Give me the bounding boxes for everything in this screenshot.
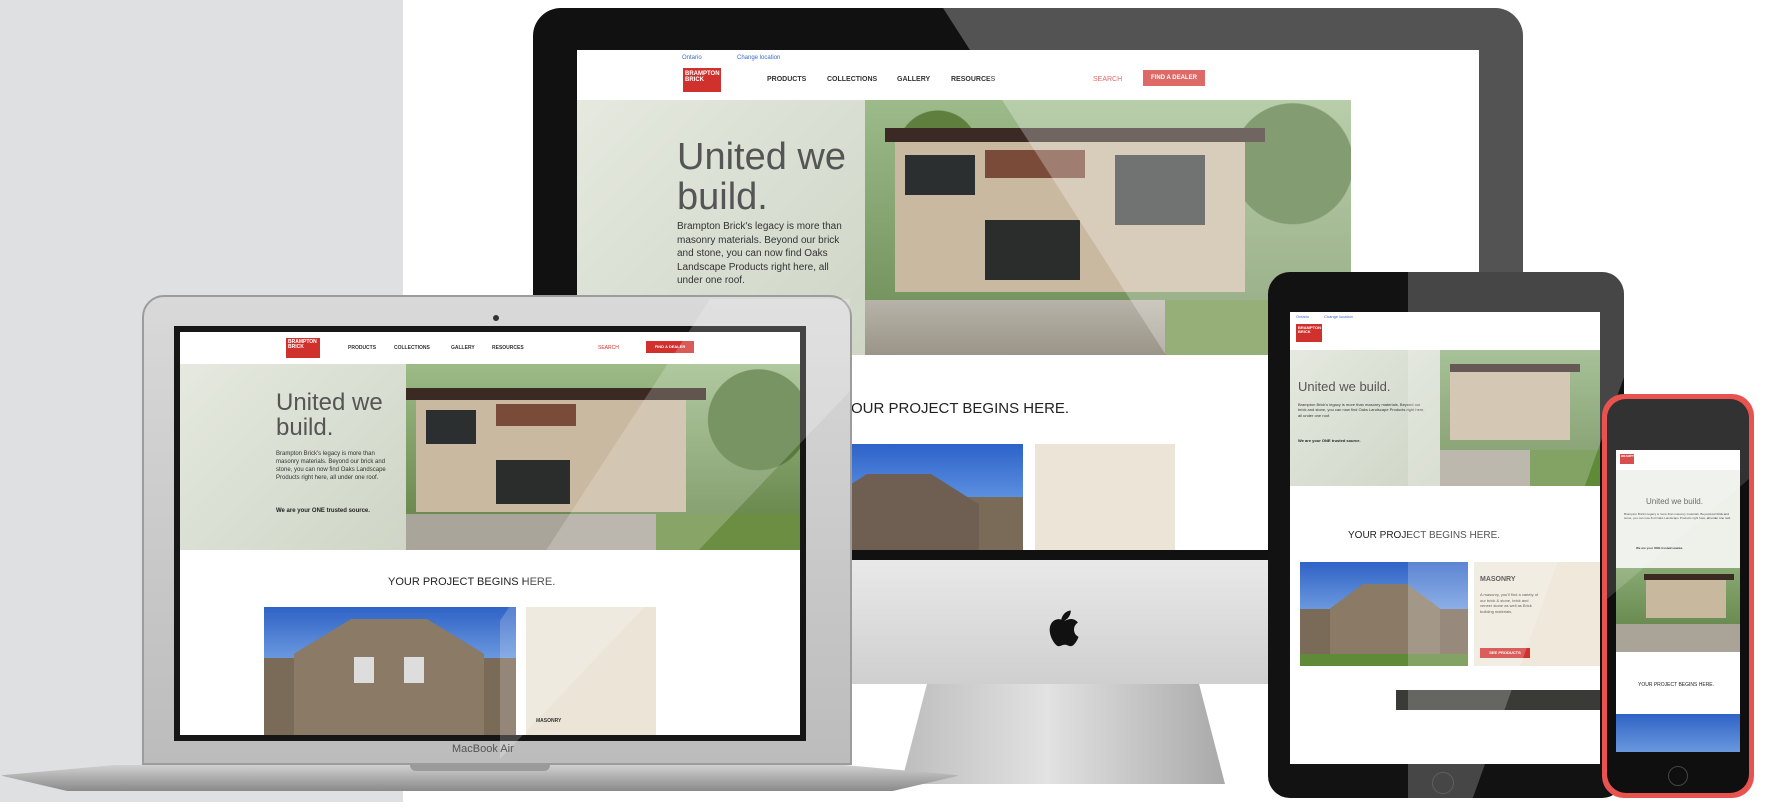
tablet-brand-logo[interactable]: BRAMPTON BRICK xyxy=(1296,324,1322,342)
phone-bottom-image xyxy=(1616,714,1740,752)
logo-line2: BRICK xyxy=(685,77,704,83)
tablet-topbar-change[interactable]: Change location xyxy=(1324,314,1353,319)
laptop-nav-collections[interactable]: COLLECTIONS xyxy=(394,345,430,351)
laptop-nav-resources[interactable]: RESOURCES xyxy=(492,345,524,351)
phone-home-button[interactable] xyxy=(1668,766,1688,786)
laptop: BRAMPTON BRICK PRODUCTS COLLECTIONS GALL… xyxy=(0,295,960,802)
laptop-project-image xyxy=(264,607,516,735)
hero-body: Brampton Brick's legacy is more than mas… xyxy=(677,221,842,286)
topbar-location[interactable]: Ontario xyxy=(682,55,702,61)
brand-logo[interactable]: BRAMPTON BRICK xyxy=(683,68,721,92)
project-image-right xyxy=(1035,444,1175,550)
nav-products[interactable]: PRODUCTS xyxy=(767,76,806,83)
laptop-nav-gallery[interactable]: GALLERY xyxy=(451,345,475,351)
laptop-brand-logo[interactable]: BRAMPTON BRICK xyxy=(286,338,320,358)
tablet-hero-title: United we build. xyxy=(1298,379,1391,394)
laptop-masonry-label: MASONRY xyxy=(536,718,562,724)
phone: BRAMPTON United we build. Brampton Brick… xyxy=(1602,394,1754,798)
tablet-topbar-location[interactable]: Ontario xyxy=(1296,314,1309,319)
hero-title: United we build. xyxy=(677,136,846,218)
laptop-search-link[interactable]: SEARCH xyxy=(598,345,619,351)
laptop-nav-products[interactable]: PRODUCTS xyxy=(348,345,376,351)
tablet: Ontario Change location BRAMPTON BRICK U… xyxy=(1268,272,1624,798)
laptop-hero-title: United we build. xyxy=(276,389,383,442)
phone-hero-image xyxy=(1616,568,1740,652)
nav-collections[interactable]: COLLECTIONS xyxy=(827,76,877,83)
laptop-notch xyxy=(410,765,550,771)
nav-gallery[interactable]: GALLERY xyxy=(897,76,930,83)
laptop-hero-strong: We are your ONE trusted source. xyxy=(276,508,370,514)
phone-section-title: YOUR PROJECT BEGINS HERE. xyxy=(1638,682,1715,688)
laptop-camera xyxy=(493,315,499,321)
laptop-hero-body: Brampton Brick's legacy is more than mas… xyxy=(276,451,386,482)
topbar-change-location[interactable]: Change location xyxy=(737,55,780,61)
apple-logo-icon xyxy=(1041,606,1081,650)
laptop-model-label: MacBook Air xyxy=(452,743,514,755)
